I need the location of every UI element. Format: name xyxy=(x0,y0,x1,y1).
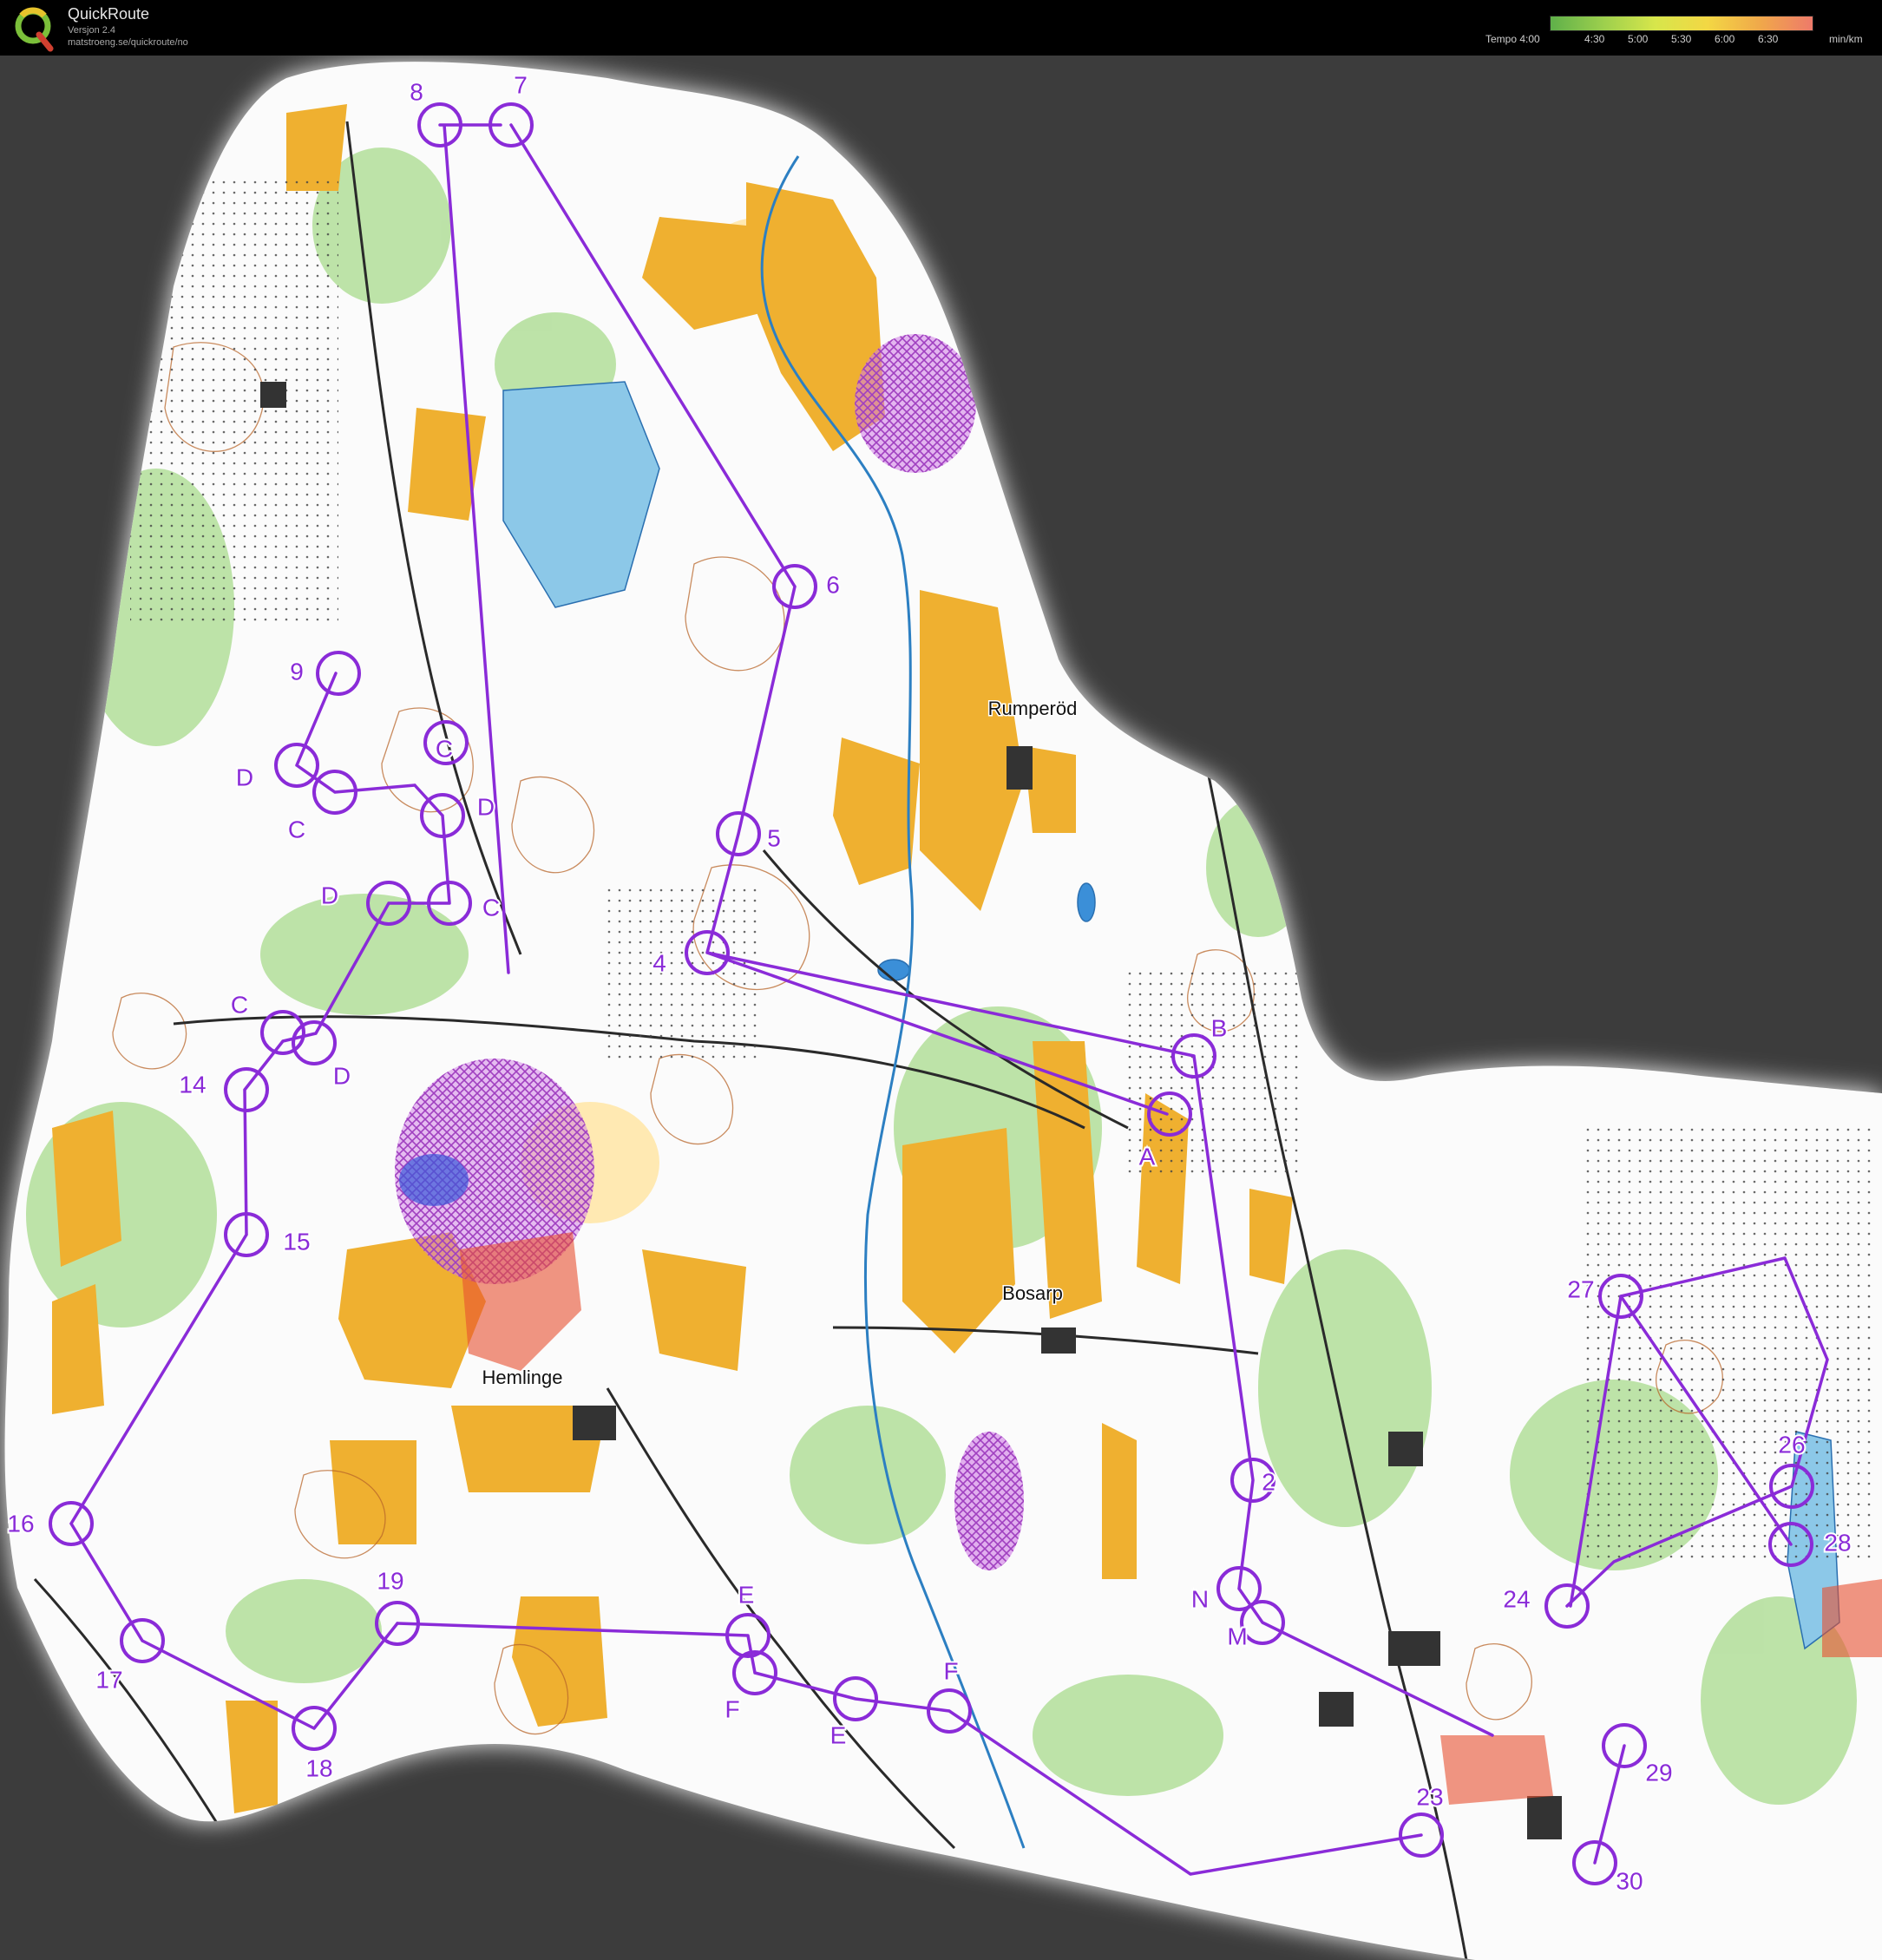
control-label: A xyxy=(1139,1143,1156,1170)
control-label: 14 xyxy=(179,1071,206,1098)
control-label: 19 xyxy=(377,1567,403,1594)
control-label: E xyxy=(830,1721,847,1748)
control-label: B xyxy=(1211,1014,1228,1041)
control-label: 6 xyxy=(826,571,840,598)
control-label: 17 xyxy=(95,1666,122,1693)
legend-tick: 6:30 xyxy=(1758,33,1779,45)
place-name-hemlinge: Hemlinge xyxy=(482,1367,563,1388)
control-label: 16 xyxy=(7,1510,34,1537)
control-label: 18 xyxy=(305,1754,332,1781)
control-label: F xyxy=(943,1657,958,1684)
control-label: 9 xyxy=(290,658,304,685)
control-label: 8 xyxy=(410,78,423,105)
legend-unit: min/km xyxy=(1829,33,1863,45)
control-label: 2 xyxy=(1262,1468,1275,1495)
app-version: Versjon 2.4 xyxy=(68,25,116,36)
control-label: D xyxy=(321,882,338,908)
control-label: 5 xyxy=(767,824,781,851)
app-header: QuickRoute Versjon 2.4 matstroeng.se/qui… xyxy=(0,0,1882,56)
quickroute-logo-icon xyxy=(15,7,54,52)
control-label: 4 xyxy=(652,949,666,976)
control-label: 30 xyxy=(1616,1867,1643,1894)
control-label: N xyxy=(1191,1585,1209,1612)
control-label: D xyxy=(236,764,253,790)
control-label: F xyxy=(725,1695,739,1722)
control-label: C xyxy=(482,894,500,921)
control-label: 23 xyxy=(1416,1783,1443,1810)
app-url: matstroeng.se/quickroute/no xyxy=(68,37,188,48)
control-label: 15 xyxy=(283,1228,310,1255)
control-label: E xyxy=(738,1581,755,1608)
control-label: 26 xyxy=(1778,1431,1805,1458)
legend-tick: 4:30 xyxy=(1584,33,1605,45)
control-label: 28 xyxy=(1824,1529,1851,1556)
control-label: D xyxy=(333,1062,351,1089)
legend-tick: 5:00 xyxy=(1628,33,1649,45)
place-name-bosarp: Bosarp xyxy=(1002,1282,1063,1304)
legend-tick: 6:00 xyxy=(1715,33,1735,45)
control-label: M xyxy=(1227,1622,1247,1649)
control-label: 29 xyxy=(1645,1759,1672,1786)
legend-tick: 5:30 xyxy=(1671,33,1692,45)
control-label: C xyxy=(436,735,453,762)
legend-title: Tempo 4:00 xyxy=(1485,33,1540,45)
control-label: C xyxy=(288,816,305,842)
control-label: D xyxy=(477,793,495,820)
pace-legend: Tempo 4:00 4:30 5:00 5:30 6:00 6:30 min/… xyxy=(1485,12,1863,54)
control-label: 24 xyxy=(1503,1585,1530,1612)
pace-gradient-bar xyxy=(1550,16,1813,31)
control-label: C xyxy=(231,991,248,1018)
map-terrain xyxy=(4,62,1882,1960)
app-name: QuickRoute xyxy=(68,5,150,23)
place-name-rumperod: Rumperöd xyxy=(988,698,1078,719)
orienteering-map[interactable]: 245678914151617181923242627282930ABCCCCD… xyxy=(0,56,1882,1960)
control-label: 7 xyxy=(514,71,528,98)
control-label: 27 xyxy=(1567,1275,1594,1302)
